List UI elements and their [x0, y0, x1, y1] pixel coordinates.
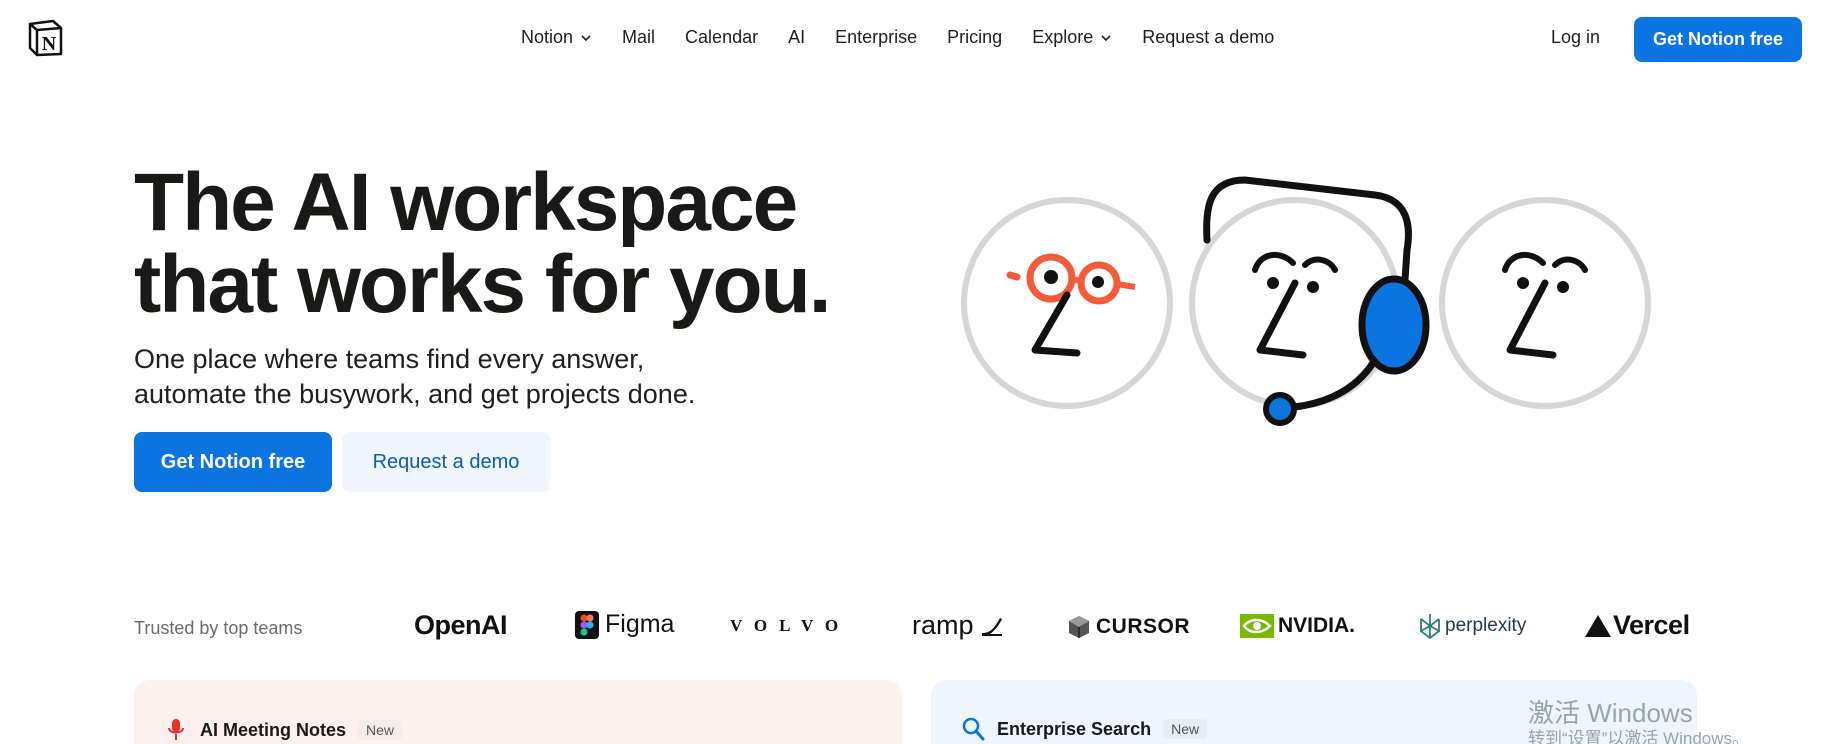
login-link[interactable]: Log in [1551, 27, 1600, 48]
logo-wordmark: CURSOR [1096, 615, 1191, 638]
card-header: Enterprise Search New [961, 716, 1208, 742]
nav-item-label: Pricing [947, 27, 1003, 47]
ramp-logo: ramp [912, 610, 1004, 641]
get-notion-free-nav-button[interactable]: Get Notion free [1634, 17, 1802, 62]
openai-logo: OpenAI [414, 610, 508, 641]
nav-item-label: AI [788, 27, 806, 47]
card-title: Enterprise Search [997, 718, 1152, 739]
figma-logo-icon [575, 610, 599, 639]
perplexity-logo: perplexity [1419, 613, 1526, 639]
get-notion-free-button[interactable]: Get Notion free [134, 432, 332, 492]
logo-wordmark: VOLVO [730, 616, 851, 635]
nav-item-mail[interactable]: Mail [622, 27, 655, 48]
nav-links: Notion Mail Calendar AI Enterprise Prici… [521, 27, 1304, 48]
hero-title-line: that works for you. [134, 239, 832, 330]
nav-item-label: Notion [521, 27, 574, 47]
nvidia-eye-icon [1240, 614, 1274, 638]
notion-logo-icon[interactable]: N [27, 19, 65, 57]
face-plain-illustration [1439, 197, 1651, 409]
perplexity-logo-icon [1420, 614, 1440, 639]
ramp-logo-icon [981, 617, 1002, 636]
request-demo-button[interactable]: Request a demo [342, 432, 550, 492]
hero-subtitle-line: One place where teams find every answer, [134, 344, 645, 374]
trusted-by-label: Trusted by top teams [134, 618, 303, 638]
hero-title-line: The AI workspace [134, 157, 798, 248]
search-icon [962, 717, 985, 741]
vercel-logo: Vercel [1585, 610, 1690, 641]
nvidia-logo: NVIDIA. [1240, 614, 1355, 638]
card-title: AI Meeting Notes [200, 719, 347, 740]
logo-wordmark: Vercel [1613, 610, 1690, 640]
top-navigation: N Notion Mail Calendar AI Enterprise Pri… [0, 0, 1834, 78]
card-header: AI Meeting Notes New [164, 716, 403, 744]
new-badge: New [1163, 719, 1208, 739]
nav-item-label: Explore [1032, 27, 1094, 47]
hero-subtitle: One place where teams find every answer,… [134, 342, 814, 412]
windows-activation-hint: 转到“设置”以激活 Windows。 [1528, 729, 1750, 744]
logo-wordmark: Figma [605, 610, 675, 638]
figma-logo: Figma [575, 610, 674, 639]
nav-item-label: Mail [622, 27, 656, 47]
nav-item-enterprise[interactable]: Enterprise [835, 27, 917, 48]
cursor-logo: CURSOR [1068, 615, 1190, 639]
volvo-logo: VOLVO [730, 616, 850, 636]
nav-item-label: Enterprise [835, 27, 918, 47]
new-badge: New [358, 720, 403, 740]
nav-item-explore[interactable]: Explore [1032, 27, 1112, 48]
nav-item-label: Request a demo [1142, 27, 1275, 47]
logo-wordmark: ramp [912, 610, 974, 640]
nav-item-pricing[interactable]: Pricing [947, 27, 1002, 48]
face-with-headset-illustration [1189, 176, 1430, 426]
chevron-down-icon [581, 34, 591, 41]
vercel-triangle-icon [1585, 614, 1611, 637]
hero-subtitle-line: automate the busywork, and get projects … [134, 379, 696, 409]
logo-wordmark: perplexity [1445, 615, 1527, 636]
logo-wordmark: OpenAI [414, 610, 508, 640]
hero-title: The AI workspace that works for you. [134, 162, 854, 326]
microphone-icon [164, 716, 188, 744]
svg-text:N: N [42, 33, 57, 55]
nav-item-notion[interactable]: Notion [521, 27, 592, 48]
face-with-glasses-illustration [961, 197, 1173, 409]
nav-item-ai[interactable]: AI [788, 27, 805, 48]
nav-item-request-demo[interactable]: Request a demo [1142, 27, 1274, 48]
ai-meeting-notes-card[interactable]: AI Meeting Notes New [134, 680, 902, 744]
nav-item-label: Calendar [685, 27, 759, 47]
nav-item-calendar[interactable]: Calendar [685, 27, 758, 48]
logo-wordmark: NVIDIA. [1278, 614, 1356, 637]
chevron-down-icon [1101, 34, 1111, 41]
cursor-logo-icon [1069, 616, 1089, 638]
hero-illustration [961, 176, 1651, 426]
